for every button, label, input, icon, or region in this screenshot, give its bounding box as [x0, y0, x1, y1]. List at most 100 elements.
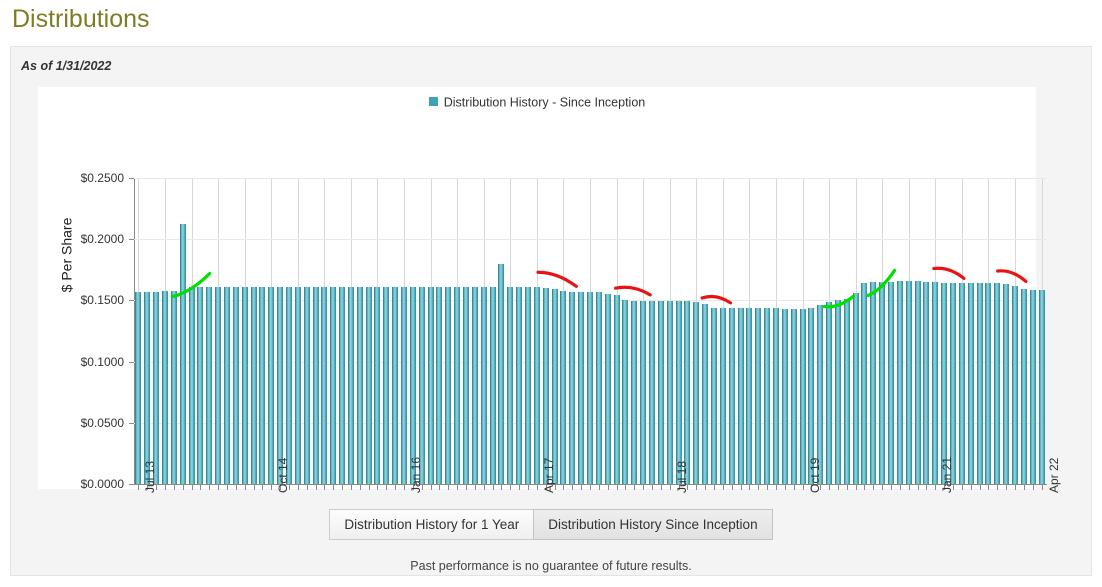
chart-bar[interactable] — [932, 282, 939, 484]
chart-bar[interactable] — [657, 301, 664, 484]
chart-bar[interactable] — [896, 281, 903, 484]
chart-bar[interactable] — [392, 286, 399, 484]
chart-bar[interactable] — [1020, 289, 1027, 484]
chart-bar[interactable] — [622, 300, 629, 484]
chart-bar[interactable] — [1012, 285, 1018, 484]
chart-bar[interactable] — [250, 286, 257, 484]
chart-bar[interactable] — [259, 286, 266, 484]
chart-bar[interactable] — [595, 292, 602, 484]
chart-bar[interactable] — [613, 294, 620, 484]
chart-bar[interactable] — [560, 290, 567, 484]
chart-bar[interactable] — [161, 291, 168, 484]
chart-bar[interactable] — [666, 301, 673, 484]
distribution-history-1-year-button[interactable]: Distribution History for 1 Year — [329, 509, 535, 540]
chart-bar[interactable] — [958, 283, 965, 484]
chart-bar[interactable] — [294, 286, 301, 484]
chart-bar[interactable] — [905, 281, 912, 484]
chart-bar[interactable] — [631, 301, 638, 484]
chart-bar[interactable] — [852, 293, 859, 484]
chart-bar[interactable] — [772, 308, 779, 484]
chart-bar[interactable] — [445, 286, 452, 484]
chart-bar[interactable] — [870, 282, 877, 484]
chart-bar[interactable] — [232, 286, 239, 484]
chart-bar[interactable] — [746, 308, 753, 484]
chart-bar[interactable] — [542, 287, 549, 484]
chart-bar[interactable] — [418, 286, 425, 484]
chart-bar[interactable] — [498, 263, 505, 484]
chart-bar[interactable] — [879, 282, 886, 484]
chart-bar[interactable] — [241, 286, 248, 484]
chart-bar[interactable] — [454, 286, 461, 484]
chart-bar[interactable] — [693, 301, 700, 484]
chart-bar[interactable] — [312, 286, 319, 484]
chart-bar[interactable] — [923, 282, 930, 484]
chart-bar[interactable] — [525, 286, 532, 484]
chart-bar[interactable] — [383, 286, 390, 484]
chart-bar[interactable] — [188, 286, 195, 484]
chart-bar[interactable] — [755, 308, 762, 484]
chart-bar[interactable] — [941, 283, 948, 484]
chart-bar[interactable] — [888, 282, 895, 484]
chart-bar[interactable] — [347, 286, 354, 484]
chart-bar[interactable] — [436, 286, 443, 484]
chart-bar[interactable] — [737, 308, 744, 484]
chart-bar[interactable] — [994, 283, 1001, 484]
chart-bar[interactable] — [135, 292, 142, 484]
chart-bar[interactable] — [790, 308, 797, 484]
chart-bar[interactable] — [702, 304, 709, 484]
chart-bar[interactable] — [285, 286, 292, 484]
chart-bar[interactable] — [374, 286, 381, 484]
chart-bar[interactable] — [409, 286, 416, 484]
chart-bar[interactable] — [463, 286, 470, 484]
chart-bar[interactable] — [675, 301, 682, 484]
chart-bar[interactable] — [826, 301, 833, 484]
chart-bar[interactable] — [215, 286, 222, 484]
chart-bar[interactable] — [356, 286, 363, 484]
chart-bar[interactable] — [268, 286, 275, 484]
chart-bar[interactable] — [471, 286, 478, 484]
chart-bar[interactable] — [144, 292, 151, 484]
chart-bar[interactable] — [569, 292, 576, 484]
chart-bar[interactable] — [197, 286, 204, 484]
chart-bar[interactable] — [153, 291, 160, 484]
chart-bar[interactable] — [967, 283, 974, 484]
chart-bar[interactable] — [179, 223, 186, 484]
chart-bar[interactable] — [861, 283, 868, 484]
chart-bar[interactable] — [1003, 283, 1010, 484]
chart-bar[interactable] — [781, 308, 788, 484]
chart-bar[interactable] — [914, 281, 921, 484]
chart-bar[interactable] — [587, 292, 593, 484]
chart-bar[interactable] — [321, 286, 328, 484]
chart-bar[interactable] — [799, 308, 806, 484]
chart-bar[interactable] — [206, 286, 213, 484]
chart-bar[interactable] — [427, 286, 434, 484]
chart-bar[interactable] — [719, 308, 726, 484]
chart-bar[interactable] — [303, 286, 310, 484]
chart-bar[interactable] — [985, 283, 992, 484]
chart-bar[interactable] — [533, 286, 540, 484]
chart-bar[interactable] — [507, 286, 514, 484]
chart-bar[interactable] — [277, 286, 284, 484]
chart-bar[interactable] — [684, 301, 691, 484]
chart-bar[interactable] — [710, 307, 717, 484]
chart-bar[interactable] — [728, 308, 735, 484]
chart-bar[interactable] — [764, 308, 771, 484]
chart-bar[interactable] — [330, 286, 337, 484]
chart-bar[interactable] — [516, 286, 523, 484]
chart-bar[interactable] — [365, 286, 372, 484]
chart-bar[interactable] — [648, 301, 655, 484]
chart-bar[interactable] — [170, 290, 177, 484]
chart-bar[interactable] — [401, 286, 408, 484]
chart-bar[interactable] — [480, 286, 487, 484]
chart-bar[interactable] — [223, 286, 230, 484]
chart-bar[interactable] — [834, 299, 841, 484]
chart-bar[interactable] — [1029, 290, 1036, 484]
chart-bar[interactable] — [339, 286, 346, 484]
chart-bar[interactable] — [604, 293, 611, 484]
chart-bar[interactable] — [489, 286, 496, 484]
chart-bar[interactable] — [843, 299, 850, 484]
chart-bar[interactable] — [950, 283, 957, 484]
chart-bar[interactable] — [1038, 290, 1045, 484]
chart-bar[interactable] — [640, 301, 647, 484]
chart-bar[interactable] — [578, 292, 585, 484]
